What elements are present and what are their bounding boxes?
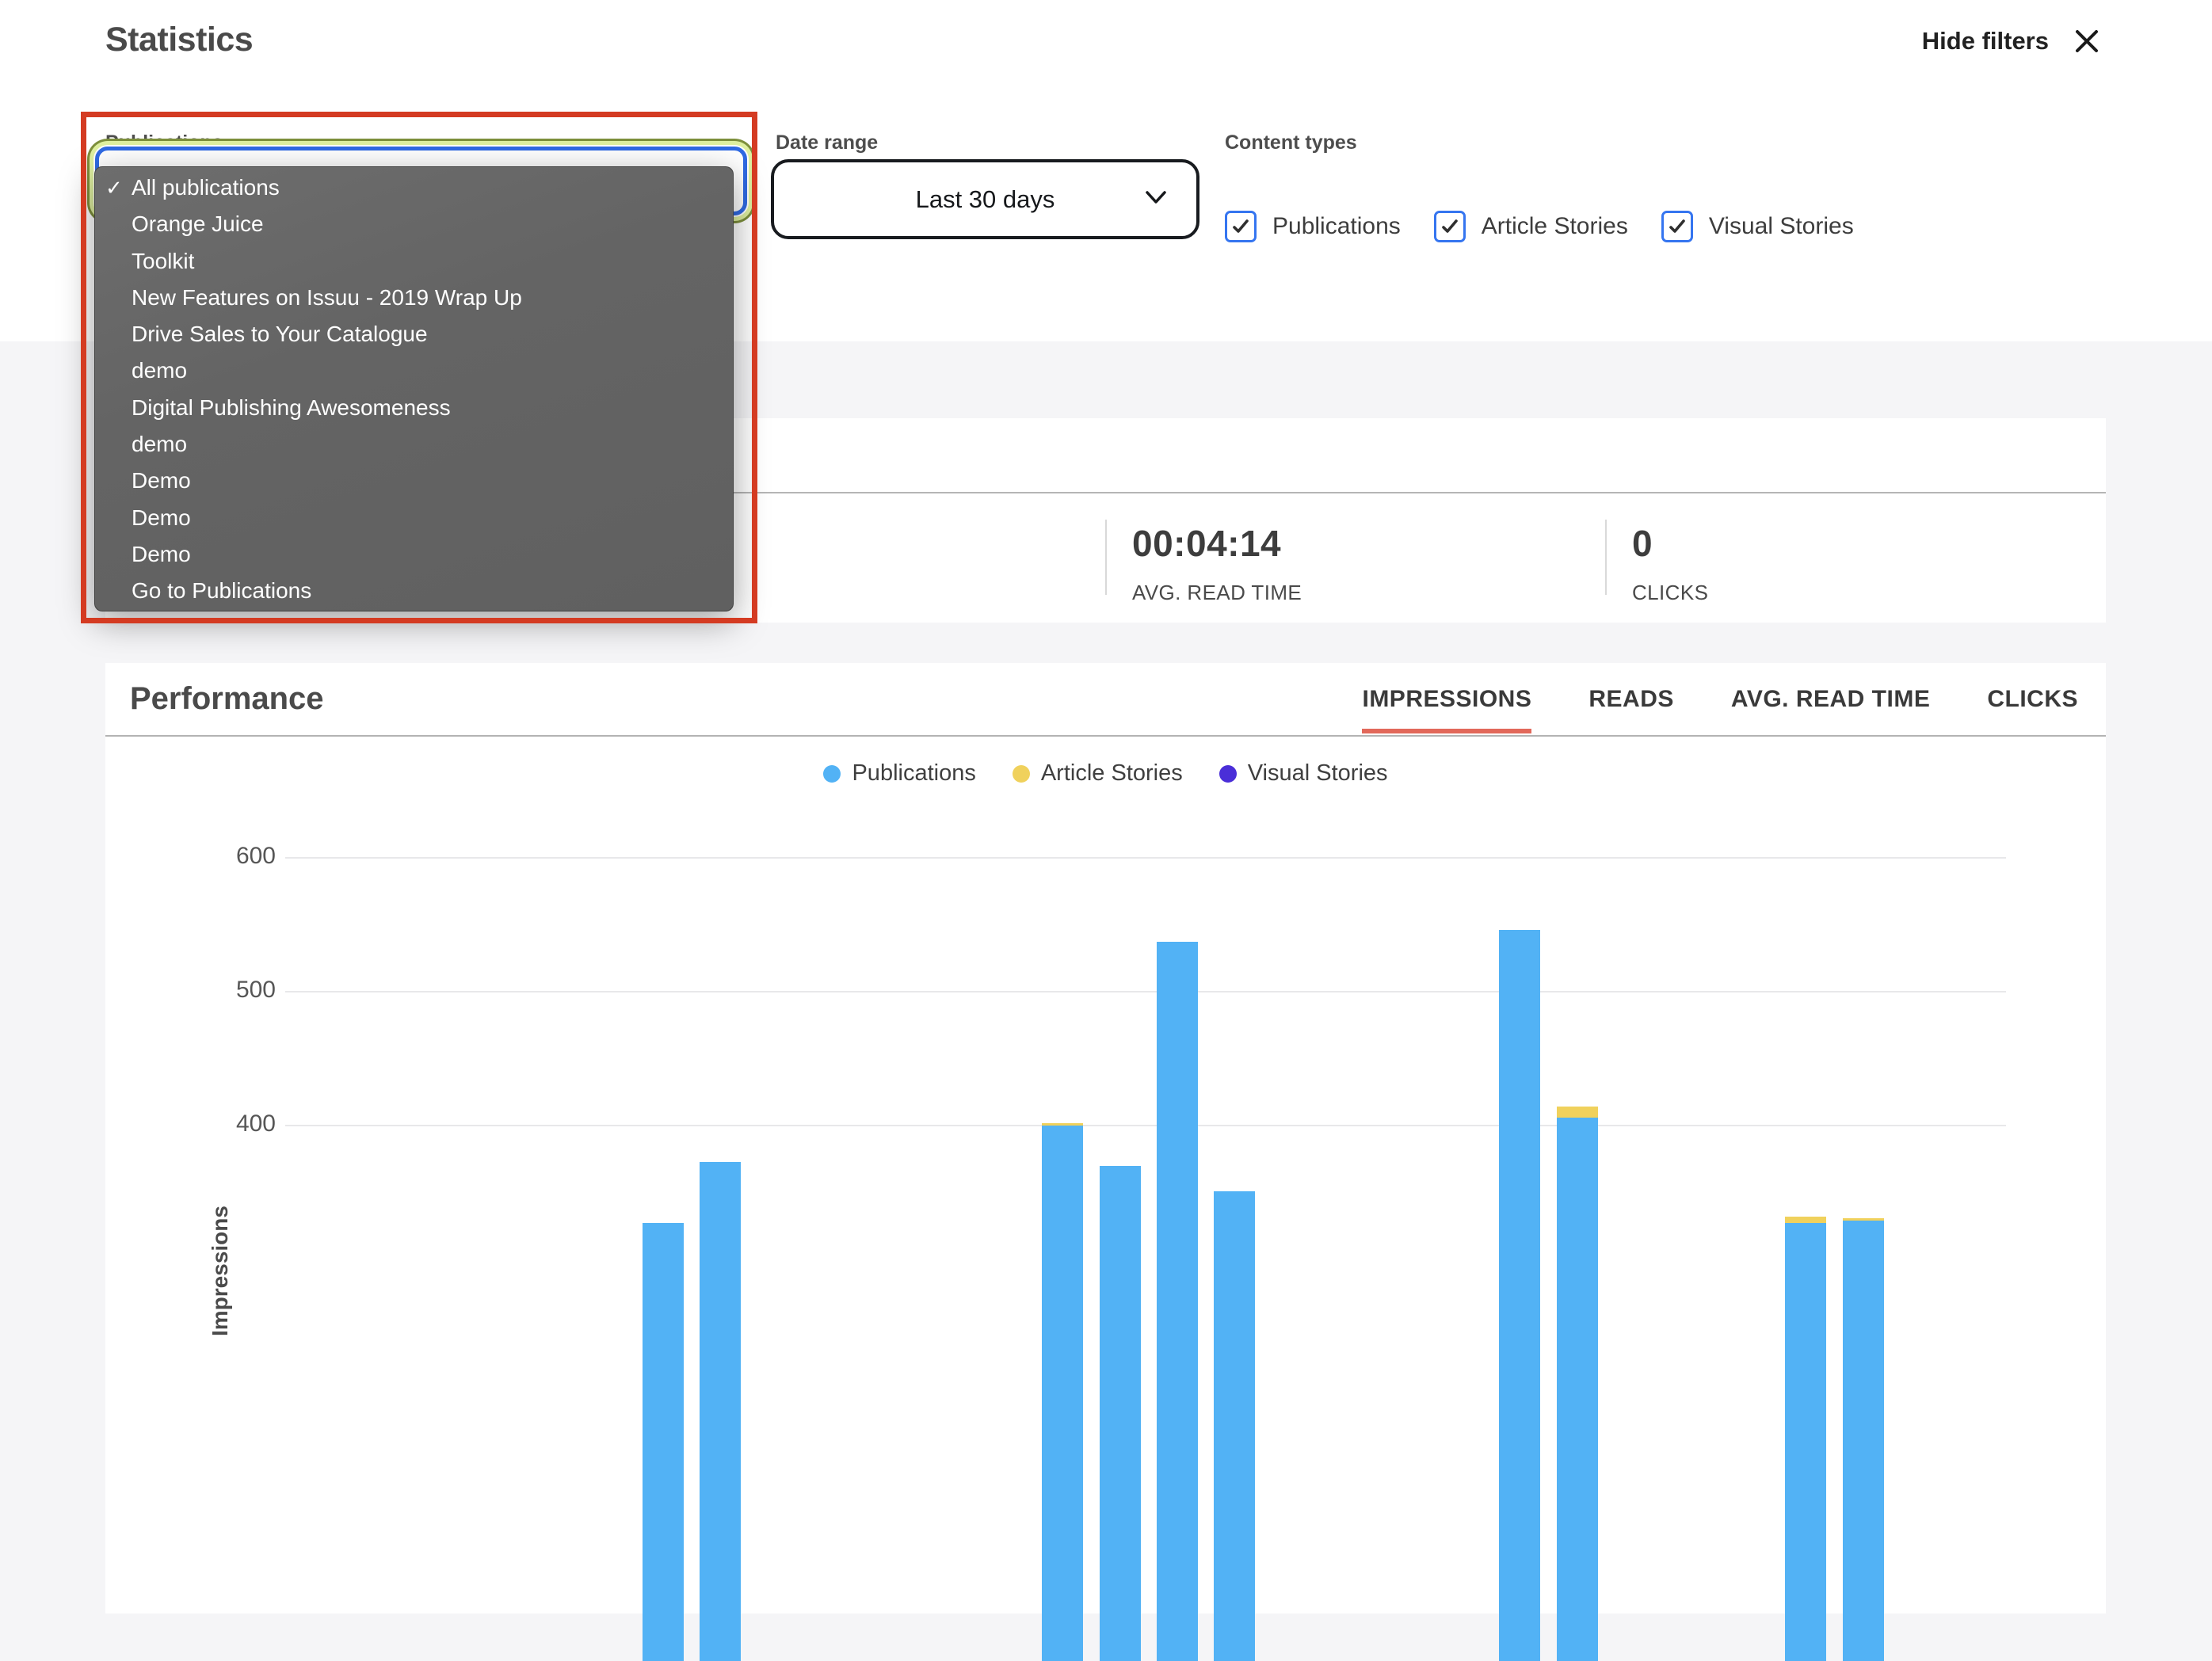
bar-segment-publications: [1042, 1125, 1083, 1661]
chevron-down-icon: [1146, 191, 1166, 205]
close-icon[interactable]: [2073, 27, 2101, 55]
legend-item-publications[interactable]: Publications: [823, 760, 976, 787]
y-axis-tick-500: 500: [235, 977, 276, 1003]
menu-option[interactable]: Demo: [95, 463, 733, 499]
date-range-value: Last 30 days: [915, 185, 1055, 213]
hide-filters-button[interactable]: Hide filters: [1922, 27, 2101, 55]
bar-stack: [643, 1223, 684, 1661]
performance-tabs: IMPRESSIONS READS AVG. READ TIME CLICKS: [1362, 663, 2078, 735]
tab-avg-read-time[interactable]: AVG. READ TIME: [1731, 663, 1930, 735]
y-axis-title: Impressions: [208, 1206, 232, 1336]
bar-segment-publications: [1785, 1223, 1826, 1661]
tab-reads[interactable]: READS: [1588, 663, 1674, 735]
bar-stack: [1100, 1165, 1141, 1661]
bar-stack: [1499, 930, 1540, 1661]
bar-segment-publications: [700, 1161, 741, 1661]
menu-option[interactable]: Demo: [95, 500, 733, 536]
menu-option[interactable]: Digital Publishing Awesomeness: [95, 390, 733, 426]
gridline-400: [285, 1125, 2006, 1126]
bar-segment-article-stories: [1557, 1107, 1598, 1118]
bar-segment-publications: [643, 1223, 684, 1661]
article-stories-legend-dot: [1012, 764, 1030, 783]
date-range-select[interactable]: Last 30 days: [771, 159, 1199, 239]
publications-checkbox[interactable]: [1225, 211, 1257, 242]
bar-stack: [1214, 1191, 1255, 1661]
menu-option[interactable]: Toolkit: [95, 243, 733, 280]
publications-legend-label: Publications: [852, 760, 976, 786]
menu-option[interactable]: New Features on Issuu - 2019 Wrap Up: [95, 280, 733, 316]
bar-stack: [1843, 1217, 1884, 1661]
page-title: Statistics: [105, 21, 254, 59]
menu-option[interactable]: Drive Sales to Your Catalogue: [95, 316, 733, 352]
clicks-value: 0: [1632, 523, 1653, 564]
bar-segment-publications: [1100, 1165, 1141, 1661]
menu-option[interactable]: All publications: [95, 170, 733, 207]
gridline-600: [285, 857, 2006, 859]
date-range-filter-label: Date range: [776, 131, 879, 154]
bar-stack: [1157, 942, 1198, 1661]
bar-segment-publications: [1214, 1191, 1255, 1661]
content-type-article-stories: Article Stories: [1433, 211, 1628, 242]
bar-stack: [1042, 1122, 1083, 1661]
visual-stories-legend-dot: [1219, 764, 1237, 783]
article-stories-checkbox-label: Article Stories: [1481, 213, 1628, 239]
bar-segment-article-stories: [1785, 1216, 1826, 1224]
publications-legend-dot: [823, 764, 841, 783]
content-types-row: Publications Article Stories Visual Stor…: [1225, 211, 1854, 242]
y-axis-tick-600: 600: [235, 843, 276, 869]
stat-cell-avg-read-time: 00:04:14 AVG. READ TIME: [1105, 493, 1605, 621]
bar-segment-publications: [1557, 1117, 1598, 1661]
publications-dropdown-menu: All publications Orange Juice Toolkit Ne…: [94, 166, 734, 611]
legend-item-article-stories[interactable]: Article Stories: [1012, 760, 1183, 787]
hide-filters-label: Hide filters: [1921, 27, 2049, 55]
menu-option[interactable]: Go to Publications: [95, 573, 733, 609]
bar-segment-publications: [1499, 930, 1540, 1661]
visual-stories-checkbox-label: Visual Stories: [1708, 213, 1854, 239]
menu-option[interactable]: demo: [95, 352, 733, 389]
visual-stories-checkbox[interactable]: [1661, 211, 1693, 242]
bar-stack: [700, 1161, 741, 1661]
tab-clicks[interactable]: CLICKS: [1987, 663, 2078, 735]
tab-impressions[interactable]: IMPRESSIONS: [1362, 663, 1532, 735]
bar-segment-publications: [1157, 942, 1198, 1661]
content-type-publications: Publications: [1225, 211, 1401, 242]
clicks-label: CLICKS: [1632, 581, 1709, 604]
performance-header: Performance IMPRESSIONS READS AVG. READ …: [105, 663, 2106, 737]
article-stories-legend-label: Article Stories: [1040, 760, 1183, 786]
bar-stack: [1785, 1216, 1826, 1661]
performance-card: Performance IMPRESSIONS READS AVG. READ …: [105, 663, 2106, 1661]
avg-read-time-value: 00:04:14: [1132, 523, 1282, 564]
publications-checkbox-label: Publications: [1272, 213, 1401, 239]
chart-legend: Publications Article Stories Visual Stor…: [105, 760, 2106, 787]
bar-stack: [1557, 1107, 1598, 1661]
menu-option[interactable]: demo: [95, 426, 733, 463]
content-types-filter-label: Content types: [1225, 131, 1357, 154]
legend-item-visual-stories[interactable]: Visual Stories: [1219, 760, 1388, 787]
menu-option[interactable]: Orange Juice: [95, 206, 733, 242]
visual-stories-legend-label: Visual Stories: [1247, 760, 1388, 786]
article-stories-checkbox[interactable]: [1433, 211, 1466, 242]
performance-title: Performance: [130, 681, 324, 716]
publications-option-list: All publications Orange Juice Toolkit Ne…: [95, 170, 733, 610]
avg-read-time-label: AVG. READ TIME: [1132, 581, 1302, 604]
content-type-visual-stories: Visual Stories: [1661, 211, 1854, 242]
bar-segment-publications: [1843, 1220, 1884, 1661]
menu-option[interactable]: Demo: [95, 536, 733, 573]
gridline-500: [285, 991, 2006, 992]
stat-cell-clicks: 0 CLICKS: [1605, 493, 2105, 621]
